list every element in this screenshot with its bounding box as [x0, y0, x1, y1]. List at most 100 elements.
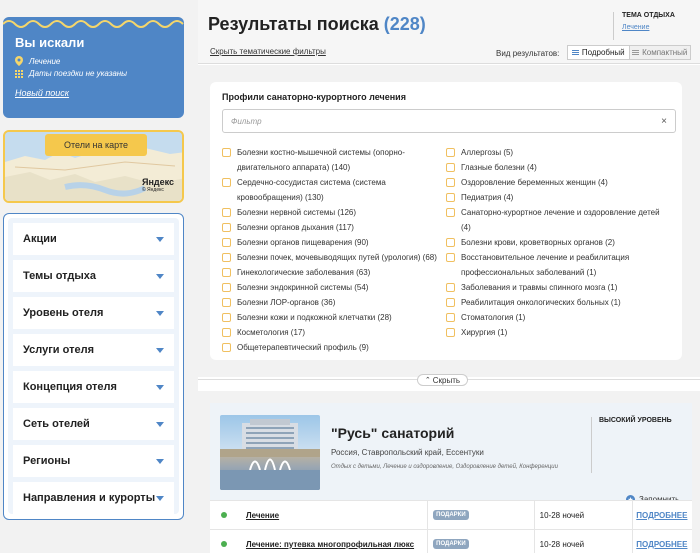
- checkbox[interactable]: [222, 328, 231, 337]
- profile-label: Болезни эндокринной системы (54): [237, 283, 369, 292]
- profile-checkbox-item[interactable]: Реабилитация онкологических больных (1): [446, 295, 670, 310]
- offer-row: Лечение: путевка многопрофильная люкс ПО…: [210, 529, 692, 553]
- offer-more-link[interactable]: ПОДРОБНЕЕ: [632, 529, 692, 553]
- profile-checkbox-item[interactable]: Гинекологические заболевания (63): [222, 265, 446, 280]
- availability-dot-icon: [221, 541, 227, 547]
- new-search-link[interactable]: Новый поиск: [15, 88, 172, 98]
- profile-filter-input[interactable]: Фильтр ×: [222, 109, 676, 133]
- chevron-down-icon: [156, 347, 164, 353]
- checkbox[interactable]: [446, 313, 455, 322]
- checkbox[interactable]: [222, 268, 231, 277]
- checkbox[interactable]: [222, 298, 231, 307]
- checkbox[interactable]: [446, 328, 455, 337]
- profile-label: Педиатрия (4): [461, 193, 514, 202]
- offer-name-link[interactable]: Лечение: [246, 511, 427, 520]
- profile-checkbox-item[interactable]: Глазные болезни (4): [446, 160, 670, 175]
- profile-label: Болезни почек, мочевыводящих путей (урол…: [237, 253, 437, 262]
- checkbox[interactable]: [222, 253, 231, 262]
- profile-checkbox-item[interactable]: Восстановительное лечение и реабилитация…: [446, 250, 670, 280]
- profile-checkbox-item[interactable]: Болезни эндокринной системы (54): [222, 280, 446, 295]
- filter-destinations[interactable]: Направления и курорты: [13, 482, 174, 514]
- profiles-column-right: Аллергозы (5) Глазные болезни (4) Оздоровл…: [446, 145, 670, 355]
- hotel-photo-image: [220, 419, 320, 490]
- filters-list: Акции Темы отдыха Уровень отеля Услуги о…: [8, 218, 179, 514]
- profile-checkbox-item[interactable]: Общетерапевтический профиль (9): [222, 340, 446, 355]
- profile-label: Болезни ЛОР-органов (36): [237, 298, 336, 307]
- checkbox[interactable]: [446, 148, 455, 157]
- checkbox[interactable]: [222, 148, 231, 157]
- checkbox[interactable]: [446, 178, 455, 187]
- profile-checkbox-item[interactable]: Санаторно-курортное лечение и оздоровлен…: [446, 205, 670, 235]
- offer-nights: 10-28 ночей: [533, 500, 633, 530]
- chevron-down-icon: [156, 236, 164, 242]
- checkbox[interactable]: [446, 163, 455, 172]
- checkbox[interactable]: [446, 193, 455, 202]
- profile-label: Косметология (17): [237, 328, 306, 337]
- checkbox[interactable]: [222, 223, 231, 232]
- hotel-name-link[interactable]: "Русь" санаторий: [331, 425, 454, 441]
- view-compact-button[interactable]: Компактный: [629, 46, 690, 59]
- yandex-logo: Яндекс © Яндекс: [141, 177, 174, 193]
- profile-checkbox-item[interactable]: Болезни органов пищеварения (90): [222, 235, 446, 250]
- hotel-photo[interactable]: [220, 415, 320, 490]
- profile-checkbox-item[interactable]: Болезни костно-мышечной системы (опорно-…: [222, 145, 446, 175]
- profile-label: Болезни костно-мышечной системы (опорно-…: [237, 148, 405, 172]
- checkbox[interactable]: [446, 253, 455, 262]
- filter-hotel-level[interactable]: Уровень отеля: [13, 297, 174, 329]
- checkbox[interactable]: [222, 238, 231, 247]
- hotel-level: ВЫСОКИЙ УРОВЕНЬ: [591, 417, 686, 473]
- results-list: "Русь" санаторий Россия, Ставропольский …: [198, 391, 700, 553]
- checkbox[interactable]: [222, 283, 231, 292]
- filter-topics[interactable]: Темы отдыха: [13, 260, 174, 292]
- profile-checkbox-item[interactable]: Хирургия (1): [446, 325, 670, 340]
- search-summary: Вы искали Лечение Даты поездки не указан…: [3, 17, 184, 118]
- profile-checkbox-item[interactable]: Стоматология (1): [446, 310, 670, 325]
- hide-filters-link[interactable]: Скрыть тематические фильтры: [210, 47, 326, 56]
- profile-checkbox-item[interactable]: Болезни почек, мочевыводящих путей (урол…: [222, 250, 446, 265]
- checkbox[interactable]: [222, 178, 231, 187]
- filter-regions[interactable]: Регионы: [13, 445, 174, 477]
- list-icon: [571, 50, 579, 55]
- page: Вы искали Лечение Даты поездки не указан…: [0, 0, 700, 553]
- map-widget[interactable]: Отели на карте Яндекс © Яндекс: [3, 130, 184, 203]
- topic-value-link[interactable]: Лечение: [622, 24, 649, 31]
- clear-icon[interactable]: ×: [661, 116, 667, 127]
- filters-panel: Акции Темы отдыха Уровень отеля Услуги о…: [3, 213, 184, 520]
- checkbox[interactable]: [222, 313, 231, 322]
- profile-checkbox-item[interactable]: Болезни органов дыхания (117): [222, 220, 446, 235]
- checkbox[interactable]: [222, 208, 231, 217]
- chevron-down-icon: [156, 495, 164, 501]
- view-detailed-button[interactable]: Подробный: [568, 46, 630, 59]
- collapse-button[interactable]: ⌃ Скрыть: [417, 374, 468, 386]
- profile-label: Болезни органов пищеварения (90): [237, 238, 369, 247]
- filter-hotel-services[interactable]: Услуги отеля: [13, 334, 174, 366]
- hotels-on-map-button[interactable]: Отели на карте: [45, 134, 147, 156]
- profile-checkbox-item[interactable]: Болезни нервной системы (126): [222, 205, 446, 220]
- search-location: Лечение: [29, 56, 61, 66]
- filter-hotel-concept[interactable]: Концепция отеля: [13, 371, 174, 403]
- availability-dot-icon: [221, 512, 227, 518]
- profile-checkbox-item[interactable]: Косметология (17): [222, 325, 446, 340]
- checkbox[interactable]: [446, 208, 455, 217]
- profile-checkbox-item[interactable]: Аллергозы (5): [446, 145, 670, 160]
- profile-checkbox-item[interactable]: Заболевания и травмы спинного мозга (1): [446, 280, 670, 295]
- checkbox[interactable]: [446, 238, 455, 247]
- profile-checkbox-item[interactable]: Болезни ЛОР-органов (36): [222, 295, 446, 310]
- profiles-column-left: Болезни костно-мышечной системы (опорно-…: [222, 145, 446, 355]
- profile-checkbox-item[interactable]: Болезни кожи и подкожной клетчатки (28): [222, 310, 446, 325]
- checkbox[interactable]: [446, 298, 455, 307]
- profiles-card: Профили санаторно-курортного лечения Фил…: [210, 82, 682, 360]
- checkbox[interactable]: [222, 343, 231, 352]
- profile-checkbox-item[interactable]: Педиатрия (4): [446, 190, 670, 205]
- filter-hotel-chain[interactable]: Сеть отелей: [13, 408, 174, 440]
- profile-label: Болезни органов дыхания (117): [237, 223, 354, 232]
- checkbox[interactable]: [446, 283, 455, 292]
- profile-checkbox-item[interactable]: Сердечно-сосудистая система (система кро…: [222, 175, 446, 205]
- profile-checkbox-item[interactable]: Оздоровление беременных женщин (4): [446, 175, 670, 190]
- profile-checkbox-item[interactable]: Болезни крови, кроветворных органов (2): [446, 235, 670, 250]
- filter-promotions[interactable]: Акции: [13, 223, 174, 255]
- offer-name-link[interactable]: Лечение: путевка многопрофильная люкс: [246, 540, 427, 549]
- offer-more-link[interactable]: ПОДРОБНЕЕ: [632, 500, 692, 530]
- profile-label: Оздоровление беременных женщин (4): [461, 178, 608, 187]
- results-count: (228): [383, 14, 426, 34]
